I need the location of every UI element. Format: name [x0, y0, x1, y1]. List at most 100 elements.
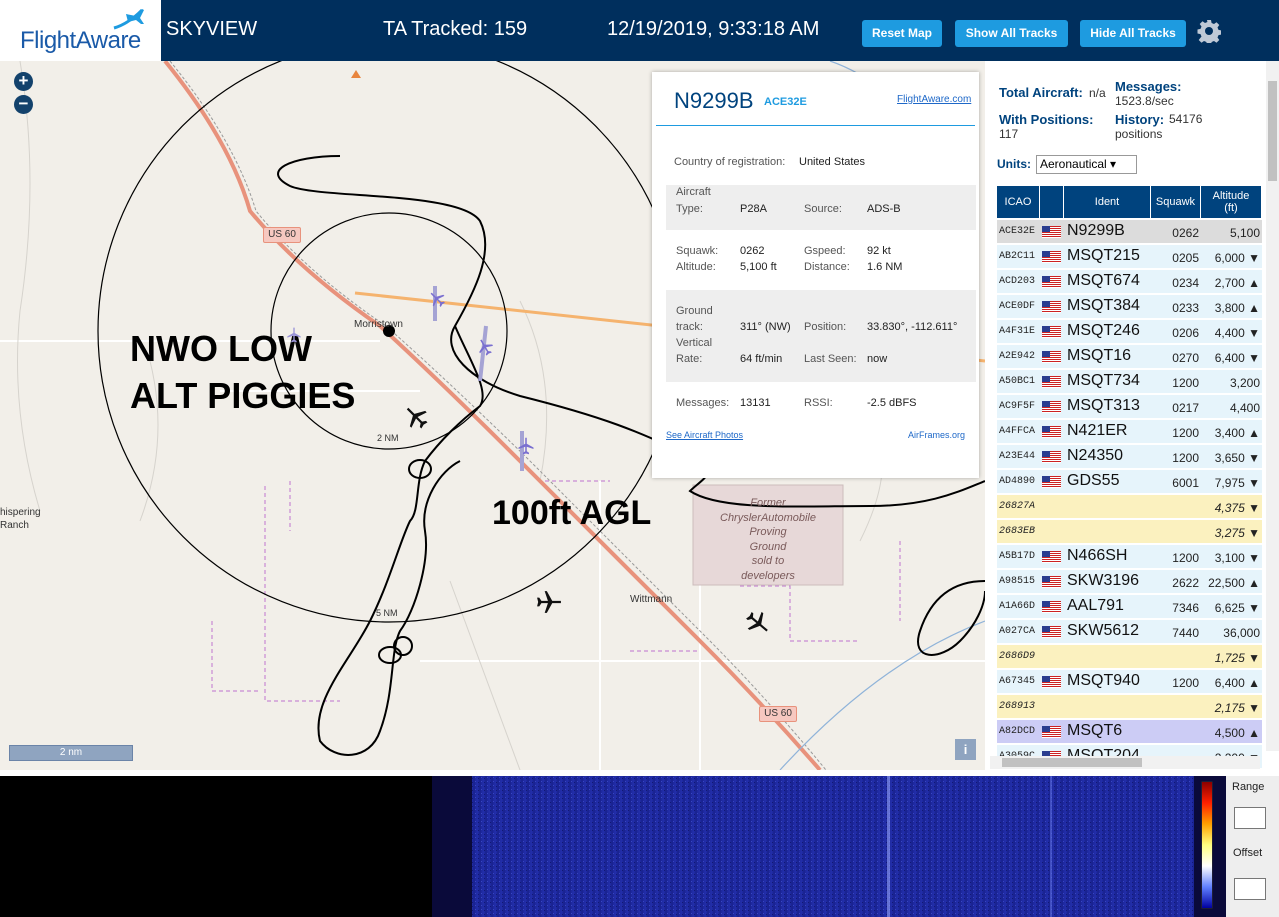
map-info-button[interactable]: i	[955, 739, 976, 760]
table-row[interactable]: A4F31E MSQT246 0206 4,400 ▼	[997, 320, 1262, 344]
flightaware-link[interactable]: FlightAware.com	[897, 94, 971, 105]
column-altitude[interactable]: Altitude (ft)	[1201, 186, 1262, 218]
us-flag-icon	[1042, 626, 1061, 638]
column-ident[interactable]: Ident	[1064, 186, 1151, 218]
waterfall-controls: Range Offset	[1226, 776, 1279, 917]
cell-icao: A50BC1	[999, 376, 1036, 387]
cell-icao: A4F31E	[999, 326, 1036, 337]
table-row[interactable]: A50BC1 MSQT734 1200 3,200	[997, 370, 1262, 394]
cell-ident: SKW3196	[1067, 572, 1140, 589]
cell-squawk: 1200	[1172, 376, 1199, 390]
zoom-out-button[interactable]: −	[14, 95, 33, 114]
gspeed-label: Gspeed:	[804, 245, 846, 257]
column-squawk[interactable]: Squawk	[1151, 186, 1201, 218]
cell-altitude: 5,100	[1229, 226, 1260, 240]
table-row[interactable]: AD4890 GDS55 6001 7,975 ▼	[997, 470, 1262, 494]
cell-squawk: 7440	[1172, 626, 1199, 640]
cell-squawk: 0270	[1172, 351, 1199, 365]
country-value: United States	[799, 156, 866, 168]
show-all-tracks-button[interactable]: Show All Tracks	[955, 20, 1068, 47]
table-row[interactable]: A5B17D N466SH 1200 3,100 ▼	[997, 545, 1262, 569]
poi-line: Ground	[749, 540, 787, 553]
cell-altitude: 1,725 ▼	[1214, 651, 1260, 665]
column-flag[interactable]	[1040, 186, 1064, 218]
ring-label-2nm: 2 NM	[377, 433, 399, 443]
table-row[interactable]: AC9F5F MSQT313 0217 4,400	[997, 395, 1262, 419]
cell-ident: GDS55	[1067, 472, 1120, 489]
units-select[interactable]: Aeronautical ▾	[1036, 155, 1137, 174]
cell-ident: MSQT734	[1067, 372, 1140, 389]
vertical-scrollbar[interactable]	[1266, 61, 1279, 751]
poi-line: Proving	[749, 526, 787, 538]
poi-line: ChryslerAutomobile	[720, 511, 816, 524]
table-row[interactable]: 2686D9 1,725 ▼	[997, 645, 1262, 669]
table-row[interactable]: A23E44 N24350 1200 3,650 ▼	[997, 445, 1262, 469]
zoom-in-button[interactable]: +	[14, 72, 33, 91]
position-label: Position:	[804, 321, 847, 333]
cell-icao: ACD203	[999, 276, 1036, 287]
cell-icao: ACE32E	[999, 226, 1036, 237]
aircraft-icon[interactable]	[745, 610, 771, 636]
table-row[interactable]: A2E942 MSQT16 0270 6,400 ▼	[997, 345, 1262, 369]
table-row[interactable]: ACE32E N9299B 0262 5,100	[997, 220, 1262, 244]
offset-slider[interactable]	[1234, 878, 1266, 900]
cell-ident: AAL791	[1067, 597, 1124, 614]
cell-altitude: 6,400 ▼	[1214, 351, 1260, 365]
altitude-label: Altitude:	[676, 261, 716, 273]
town-wittmann: Wittmann	[630, 594, 673, 605]
cell-ident: N421ER	[1067, 422, 1128, 439]
table-row[interactable]: A98515 SKW3196 2622 22,500 ▲	[997, 570, 1262, 594]
cell-squawk: 0262	[1172, 226, 1199, 240]
table-row[interactable]: 268913 2,175 ▼	[997, 695, 1262, 719]
aircraft-icon[interactable]	[403, 404, 429, 430]
aircraft-icon[interactable]	[517, 437, 535, 455]
popup-ident: N9299B	[674, 88, 754, 113]
range-slider[interactable]	[1234, 807, 1266, 829]
table-row[interactable]: 26827A 4,375 ▼	[997, 495, 1262, 519]
column-icao[interactable]: ICAO	[997, 186, 1040, 218]
hscroll-thumb[interactable]	[1002, 758, 1142, 767]
cell-icao: A1A66D	[999, 601, 1036, 612]
aircraft-icon[interactable]	[286, 327, 302, 343]
table-row[interactable]: A1A66D AAL791 7346 6,625 ▼	[997, 595, 1262, 619]
flightaware-logo[interactable]: FlightAware	[0, 0, 161, 61]
scroll-thumb[interactable]	[1268, 81, 1277, 181]
vertical-rate-label-2: Rate:	[676, 353, 703, 365]
table-row[interactable]: ACE0DF MSQT384 0233 3,800 ▲	[997, 295, 1262, 319]
cell-altitude: 4,500 ▲	[1214, 726, 1260, 740]
table-row[interactable]: 2683EB 3,275 ▼	[997, 520, 1262, 544]
gear-icon[interactable]	[1197, 19, 1221, 43]
messages-value: 13131	[740, 397, 771, 409]
cell-ident: MSQT215	[1067, 247, 1140, 264]
aircraft-icon[interactable]	[476, 338, 494, 356]
position-value: 33.830°, -112.611°	[867, 321, 958, 333]
table-row[interactable]: A82DCD MSQT6 4,500 ▲	[997, 720, 1262, 744]
table-row[interactable]: ACD203 MSQT674 0234 2,700 ▲	[997, 270, 1262, 294]
horizontal-scrollbar[interactable]	[990, 756, 1260, 769]
hide-all-tracks-button[interactable]: Hide All Tracks	[1080, 20, 1186, 47]
messages-rate-value: 1523.8/sec	[1115, 94, 1174, 108]
aircraft-photos-link[interactable]: See Aircraft Photos	[666, 430, 743, 440]
table-row[interactable]: A4FFCA N421ER 1200 3,400 ▲	[997, 420, 1262, 444]
cell-altitude: 2,700 ▲	[1214, 276, 1260, 290]
cell-ident: MSQT16	[1067, 347, 1132, 364]
table-row[interactable]: A027CA SKW5612 7440 36,000	[997, 620, 1262, 644]
range-label: Range	[1232, 781, 1265, 793]
table-row[interactable]: A67345 MSQT940 1200 6,400 ▲	[997, 670, 1262, 694]
table-row[interactable]: AB2C11 MSQT215 0205 6,000 ▼	[997, 245, 1262, 269]
airframes-link[interactable]: AirFrames.org	[908, 430, 965, 440]
rssi-label: RSSI:	[804, 397, 833, 409]
aircraft-icon[interactable]	[536, 589, 562, 615]
popup-hex[interactable]: ACE32E	[764, 96, 807, 108]
cell-icao: A82DCD	[999, 726, 1036, 737]
cell-squawk: 1200	[1172, 451, 1199, 465]
cell-icao: A5B17D	[999, 551, 1036, 562]
cell-icao: A98515	[999, 576, 1036, 587]
last-seen-value: now	[867, 353, 888, 365]
reset-map-button[interactable]: Reset Map	[862, 20, 942, 47]
selected-aircraft-icon[interactable]	[428, 290, 446, 308]
history-label: History:	[1115, 112, 1165, 127]
total-aircraft-value: n/a	[1089, 86, 1106, 100]
us-flag-icon	[1042, 401, 1061, 413]
town-morristown: Morristown	[354, 319, 403, 330]
